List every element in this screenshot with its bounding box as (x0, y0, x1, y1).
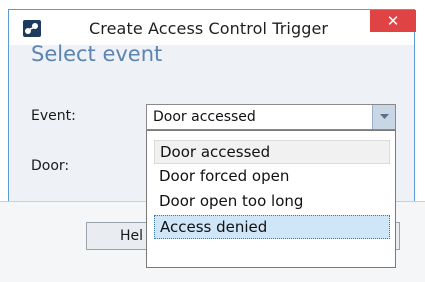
door-label: Door: (31, 158, 70, 174)
event-dropdown-value: Door accessed (153, 109, 256, 125)
option-access-denied[interactable]: Access denied (154, 215, 390, 239)
close-button[interactable]: ✕ (370, 10, 416, 32)
section-title: Select event (31, 42, 163, 66)
event-dropdown[interactable]: Door accessed (146, 104, 396, 130)
close-icon: ✕ (386, 11, 400, 30)
event-label: Event: (31, 108, 76, 124)
title-bar[interactable]: Create Access Control Trigger ✕ (9, 10, 416, 45)
event-options-list: Door accessed Door forced open Door open… (146, 130, 396, 268)
access-control-app-icon (23, 20, 41, 37)
window-title: Create Access Control Trigger (89, 19, 329, 38)
dropdown-arrow-button[interactable] (372, 105, 395, 129)
option-door-forced-open[interactable]: Door forced open (154, 165, 390, 189)
chevron-down-icon (379, 114, 389, 119)
help-button-label: Hel (120, 228, 144, 244)
option-door-open-too-long[interactable]: Door open too long (154, 190, 390, 214)
option-door-accessed[interactable]: Door accessed (154, 140, 390, 164)
